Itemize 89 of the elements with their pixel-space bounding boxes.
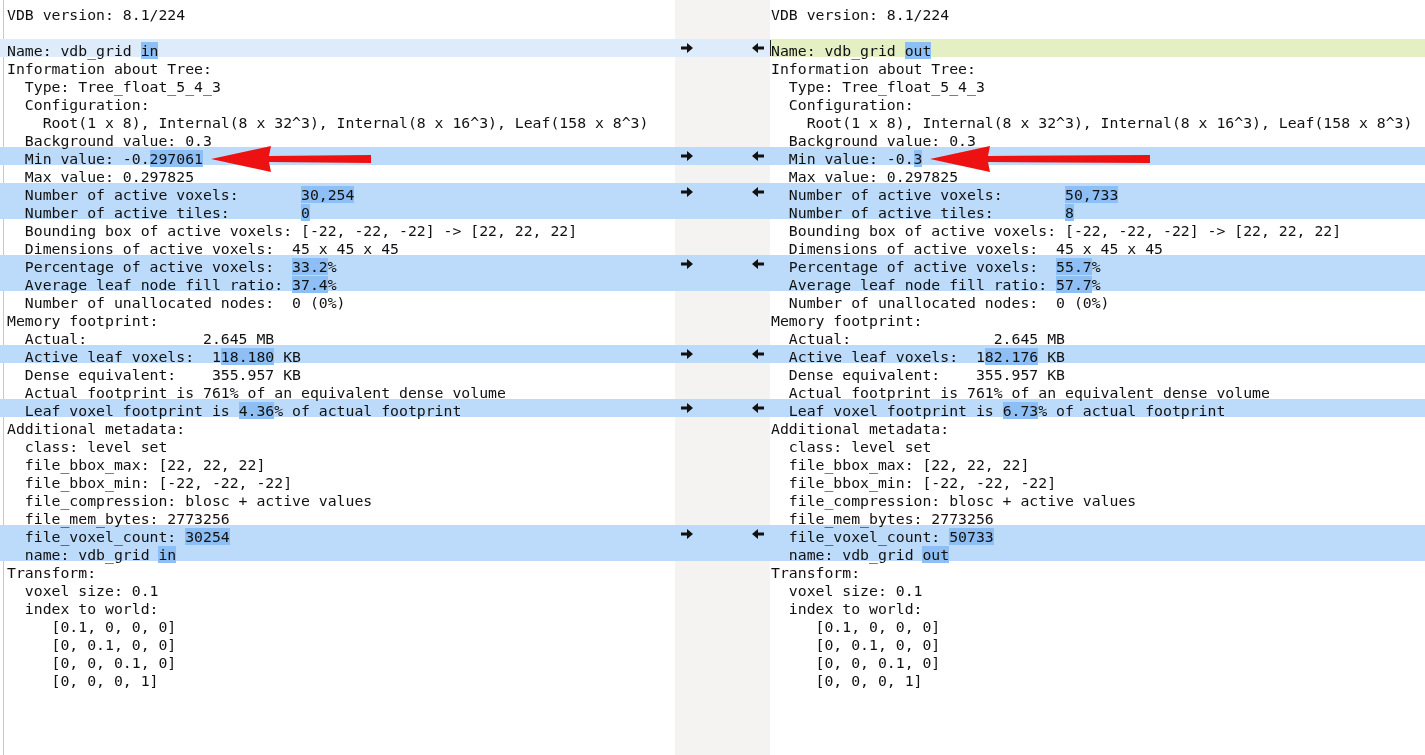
code-line: Name: vdb_grid in [7, 42, 159, 60]
code-line: file_voxel_count: 30254 [23, 528, 230, 546]
code-line: Bounding box of active voxels: [-22, -22, -22] -> [22, 22, 22] [23, 222, 578, 240]
code-line: Information about Tree: [7, 60, 212, 78]
code-line: name: vdb_grid out [787, 546, 950, 564]
code-line: Min value: -0.297061 [7, 150, 203, 168]
code-line: file_mem_bytes: 2773256 [23, 510, 230, 528]
left-arrow-icon[interactable] [751, 42, 765, 54]
code-line: Max value: 0.297825 [787, 168, 959, 186]
code-line: VDB version: 8.1/224 [7, 6, 186, 24]
code-line: file_mem_bytes: 2773256 [787, 510, 994, 528]
right-arrow-icon[interactable] [680, 528, 694, 540]
left-arrow-icon[interactable] [751, 528, 765, 540]
code-line: Actual: 2.645 MB [787, 330, 1065, 348]
code-line: Number of active voxels: 30,254 [23, 186, 355, 204]
code-line: Active leaf voxels: 118.180 KB [23, 348, 301, 366]
right-arrow-icon[interactable] [680, 258, 694, 270]
code-line: Additional metadata: [771, 420, 950, 438]
code-line: file_bbox_min: [-22, -22, -22] [787, 474, 1057, 492]
code-line: [0, 0, 0, 1] [50, 672, 159, 690]
code-line: Number of active tiles: 8 [787, 204, 1074, 222]
right-arrow-icon[interactable] [680, 150, 694, 162]
code-line: Max value: 0.297825 [23, 168, 195, 186]
code-line: Percentage of active voxels: 55.7% [787, 258, 1101, 276]
code-line: Background value: 0.3 [23, 132, 212, 150]
code-line: Type: Tree_float_5_4_3 [23, 78, 221, 96]
code-line: Actual: 2.645 MB [23, 330, 275, 348]
code-line: [0, 0, 0, 1] [814, 672, 923, 690]
left-arrow-icon[interactable] [751, 150, 765, 162]
code-line: voxel size: 0.1 [23, 582, 159, 600]
code-line: file_bbox_max: [22, 22, 22] [23, 456, 266, 474]
code-line: Memory footprint: [7, 312, 159, 330]
code-line: Configuration: [787, 96, 914, 114]
code-line: Configuration: [23, 96, 150, 114]
code-line: file_bbox_max: [22, 22, 22] [787, 456, 1030, 474]
code-line: Transform: [771, 564, 861, 582]
code-line: Min value: -0.3 [771, 150, 923, 168]
code-line: Dimensions of active voxels: 45 x 45 x 45 [787, 240, 1163, 258]
code-line: Number of active voxels: 50,733 [787, 186, 1119, 204]
code-line: file_bbox_min: [-22, -22, -22] [23, 474, 293, 492]
right-arrow-icon[interactable] [680, 42, 694, 54]
code-line: Percentage of active voxels: 33.2% [23, 258, 337, 276]
code-line: file_compression: blosc + active values [23, 492, 373, 510]
code-line: index to world: [787, 600, 923, 618]
code-line: [0.1, 0, 0, 0] [50, 618, 177, 636]
code-line: Memory footprint: [771, 312, 923, 330]
code-line: Dense equivalent: 355.957 KB [787, 366, 1065, 384]
code-line: index to world: [23, 600, 159, 618]
code-line: Name: vdb_grid out [771, 42, 932, 60]
code-line: Type: Tree_float_5_4_3 [787, 78, 985, 96]
code-line: Leaf voxel footprint is 4.36% of actual footprint [23, 402, 462, 420]
code-line: file_voxel_count: 50733 [787, 528, 994, 546]
code-line: [0, 0.1, 0, 0] [814, 636, 941, 654]
code-line: Number of unallocated nodes: 0 (0%) [787, 294, 1110, 312]
code-line: class: level set [787, 438, 932, 456]
code-line: Dense equivalent: 355.957 KB [23, 366, 301, 384]
left-arrow-icon[interactable] [751, 348, 765, 360]
code-line: Average leaf node fill ratio: 37.4% [23, 276, 337, 294]
code-line: Bounding box of active voxels: [-22, -22, -22] -> [22, 22, 22] [787, 222, 1342, 240]
left-arrow-icon[interactable] [751, 258, 765, 270]
code-line: Average leaf node fill ratio: 57.7% [787, 276, 1101, 294]
right-arrow-icon[interactable] [680, 348, 694, 360]
code-line: [0.1, 0, 0, 0] [814, 618, 941, 636]
code-line: Actual footprint is 761% of an equivalent dense volume [787, 384, 1270, 402]
code-line: Background value: 0.3 [787, 132, 976, 150]
right-arrow-icon[interactable] [680, 186, 694, 198]
code-line: Transform: [7, 564, 97, 582]
code-line: VDB version: 8.1/224 [771, 6, 950, 24]
code-line: [0, 0.1, 0, 0] [50, 636, 177, 654]
code-line: file_compression: blosc + active values [787, 492, 1137, 510]
code-line: voxel size: 0.1 [787, 582, 923, 600]
code-line: class: level set [23, 438, 168, 456]
code-line: name: vdb_grid in [23, 546, 177, 564]
code-line: Root(1 x 8), Internal(8 x 32^3), Internal(8 x 16^3), Leaf(158 x 8^3) [41, 114, 649, 132]
code-line: Root(1 x 8), Internal(8 x 32^3), Internal(8 x 16^3), Leaf(158 x 8^3) [805, 114, 1413, 132]
left-arrow-icon[interactable] [751, 402, 765, 414]
right-arrow-icon[interactable] [680, 402, 694, 414]
code-line: Information about Tree: [771, 60, 976, 78]
code-line: [0, 0, 0.1, 0] [50, 654, 177, 672]
code-line: Leaf voxel footprint is 6.73% of actual footprint [787, 402, 1226, 420]
code-line: Number of active tiles: 0 [23, 204, 310, 222]
code-line: [0, 0, 0.1, 0] [814, 654, 941, 672]
code-line: Dimensions of active voxels: 45 x 45 x 45 [23, 240, 399, 258]
code-line: Actual footprint is 761% of an equivalent dense volume [23, 384, 506, 402]
code-line: Active leaf voxels: 182.176 KB [787, 348, 1065, 366]
code-line: Number of unallocated nodes: 0 (0%) [23, 294, 346, 312]
code-line: Additional metadata: [7, 420, 186, 438]
text-cursor [770, 40, 771, 56]
left-arrow-icon[interactable] [751, 186, 765, 198]
